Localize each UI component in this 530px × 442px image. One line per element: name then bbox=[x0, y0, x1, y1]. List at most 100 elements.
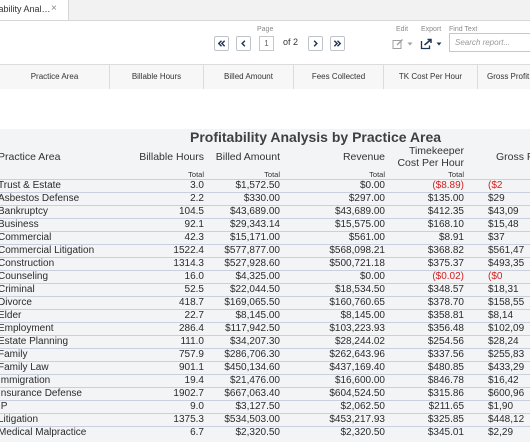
total-label-billed: Total bbox=[264, 170, 280, 179]
cell-billable-hours: 1522.4 bbox=[173, 245, 204, 256]
column-header-billable-hours[interactable]: Billable Hours bbox=[110, 65, 204, 89]
table-row: Family 757.9 $286,706.30 $262,643.96 $337.56… bbox=[0, 348, 530, 361]
cell-gross-profit: $15,48 bbox=[488, 219, 519, 230]
cell-billed-amount: $527,928.60 bbox=[224, 258, 280, 269]
cell-revenue: $262,643.96 bbox=[329, 349, 385, 360]
cell-revenue: $437,169.40 bbox=[329, 362, 385, 373]
cell-billed-amount: $29,343.14 bbox=[229, 219, 280, 230]
cell-revenue: $15,575.00 bbox=[334, 219, 385, 230]
last-page-button[interactable] bbox=[330, 36, 345, 51]
chevron-down-icon bbox=[407, 42, 413, 45]
cell-billable-hours: 757.9 bbox=[178, 349, 204, 360]
cell-tk-cost: $846.78 bbox=[427, 375, 464, 386]
cell-revenue: $43,689.00 bbox=[334, 206, 385, 217]
table-row: Commercial 42.3 $15,171.00 $561.00 $8.91 $37 bbox=[0, 231, 530, 244]
close-icon[interactable]: × bbox=[51, 3, 57, 14]
cell-gross-profit: ($0 bbox=[488, 271, 503, 282]
cell-practice-area: Elder bbox=[0, 310, 22, 321]
next-page-button[interactable] bbox=[308, 36, 323, 51]
cell-gross-profit: $600,96 bbox=[488, 388, 525, 399]
table-row: Bankruptcy 104.5 $43,689.00 $43,689.00 $412.… bbox=[0, 205, 530, 218]
cell-gross-profit: $18,31 bbox=[488, 284, 519, 295]
cell-tk-cost: $356.48 bbox=[427, 323, 464, 334]
cell-revenue: $604,524.50 bbox=[329, 388, 385, 399]
cell-revenue: $160,760.65 bbox=[329, 297, 385, 308]
table-row: Commercial Litigation 1522.4 $577,877.00 $5… bbox=[0, 244, 530, 257]
table-row: Employment 286.4 $117,942.50 $103,223.93 $35… bbox=[0, 322, 530, 335]
table-row: Asbestos Defense 2.2 $330.00 $297.00 $135.00… bbox=[0, 192, 530, 205]
total-label-revenue: Total bbox=[369, 170, 385, 179]
find-text-caption: Find Text bbox=[449, 26, 478, 33]
cell-tk-cost: $378.70 bbox=[427, 297, 464, 308]
cell-revenue: $568,098.21 bbox=[329, 245, 385, 256]
column-header-bar: Practice Area Billable Hours Billed Amou… bbox=[0, 64, 530, 90]
cell-revenue: $103,223.93 bbox=[329, 323, 385, 334]
cell-revenue: $28,244.02 bbox=[334, 336, 385, 347]
table-row: Elder 22.7 $8,145.00 $8,145.00 $358.81 $8,14 bbox=[0, 309, 530, 322]
cell-revenue: $297.00 bbox=[348, 193, 385, 204]
cell-practice-area: Criminal bbox=[0, 284, 35, 295]
first-page-button[interactable] bbox=[214, 36, 229, 51]
table-row: Litigation 1375.3 $534,503.00 $453,217.93 $3… bbox=[0, 413, 530, 426]
header-tk-cost-line2: Cost Per Hour bbox=[397, 157, 464, 169]
cell-tk-cost: $337.56 bbox=[427, 349, 464, 360]
cell-billable-hours: 22.7 bbox=[184, 310, 204, 321]
cell-gross-profit: $255,83 bbox=[488, 349, 525, 360]
cell-gross-profit: $37 bbox=[488, 232, 505, 243]
cell-billed-amount: $286,706.30 bbox=[224, 349, 280, 360]
report-title: Profitability Analysis by Practice Area bbox=[190, 129, 442, 145]
tab-report[interactable]: itability Anal… × bbox=[0, 0, 69, 20]
search-input[interactable]: Search report... bbox=[449, 33, 530, 52]
edit-button[interactable] bbox=[392, 36, 414, 51]
cell-billed-amount: $3,127.50 bbox=[235, 401, 281, 412]
header-revenue: Revenue bbox=[342, 151, 385, 163]
prev-page-button[interactable] bbox=[236, 36, 251, 51]
cell-tk-cost: $254.56 bbox=[427, 336, 464, 347]
cell-tk-cost: ($0.02) bbox=[432, 271, 464, 282]
table-row: Criminal 52.5 $22,044.50 $18,534.50 $348.57 $… bbox=[0, 283, 530, 296]
cell-revenue: $8,145.00 bbox=[340, 310, 386, 321]
cell-billed-amount: $450,134.60 bbox=[224, 362, 280, 373]
cell-revenue: $16,600.00 bbox=[334, 375, 385, 386]
column-header-billed-amount[interactable]: Billed Amount bbox=[204, 65, 294, 89]
cell-practice-area: Business bbox=[0, 219, 39, 230]
cell-billed-amount: $34,207.30 bbox=[229, 336, 280, 347]
cell-tk-cost: $375.37 bbox=[427, 258, 464, 269]
cell-practice-area: Bankruptcy bbox=[0, 206, 49, 217]
export-caption: Export bbox=[421, 26, 442, 33]
header-billed-amount: Billed Amount bbox=[215, 151, 280, 163]
column-header-tk-cost-per-hour[interactable]: TK Cost Per Hour bbox=[384, 65, 478, 89]
cell-billed-amount: $577,877.00 bbox=[224, 245, 280, 256]
cell-revenue: $0.00 bbox=[359, 271, 385, 282]
cell-tk-cost: ($8.89) bbox=[432, 180, 464, 191]
column-header-gross-profit[interactable]: Gross Profit bbox=[478, 65, 530, 89]
cell-gross-profit: $16,42 bbox=[488, 375, 519, 386]
table-row: Estate Planning 111.0 $34,207.30 $28,244.02… bbox=[0, 335, 530, 348]
cell-practice-area: Family bbox=[0, 349, 28, 360]
cell-revenue: $453,217.93 bbox=[329, 414, 385, 425]
total-label-tk-cost: Total bbox=[448, 170, 464, 179]
page-number-input[interactable]: 1 bbox=[259, 36, 274, 51]
chevron-right-icon bbox=[313, 40, 318, 47]
column-header-practice-area[interactable]: Practice Area bbox=[0, 65, 110, 89]
chevron-left-icon bbox=[241, 40, 246, 47]
table-row: Business 92.1 $29,343.14 $15,575.00 $168.10 $… bbox=[0, 218, 530, 231]
cell-revenue: $2,062.50 bbox=[340, 401, 386, 412]
header-practice-area: Practice Area bbox=[0, 151, 61, 163]
report-page: Profitability Analysis by Practice Area … bbox=[0, 129, 530, 442]
page-caption: Page bbox=[257, 26, 274, 33]
cell-tk-cost: $325.85 bbox=[427, 414, 464, 425]
cell-tk-cost: $348.57 bbox=[427, 284, 464, 295]
table-row: Immigration 19.4 $21,476.00 $16,600.00 $846.… bbox=[0, 374, 530, 387]
column-header-fees-collected[interactable]: Fees Collected bbox=[294, 65, 384, 89]
export-button[interactable] bbox=[420, 36, 443, 51]
cell-billable-hours: 16.0 bbox=[184, 271, 204, 282]
cell-gross-profit: $1,90 bbox=[488, 401, 514, 412]
tab-label: itability Anal… bbox=[0, 4, 51, 14]
cell-gross-profit: $102,09 bbox=[488, 323, 525, 334]
cell-billed-amount: $667,063.40 bbox=[224, 388, 280, 399]
cell-practice-area: Commercial bbox=[0, 232, 52, 243]
cell-billable-hours: 418.7 bbox=[178, 297, 204, 308]
cell-tk-cost: $358.81 bbox=[427, 310, 464, 321]
cell-billable-hours: 1314.3 bbox=[173, 258, 204, 269]
